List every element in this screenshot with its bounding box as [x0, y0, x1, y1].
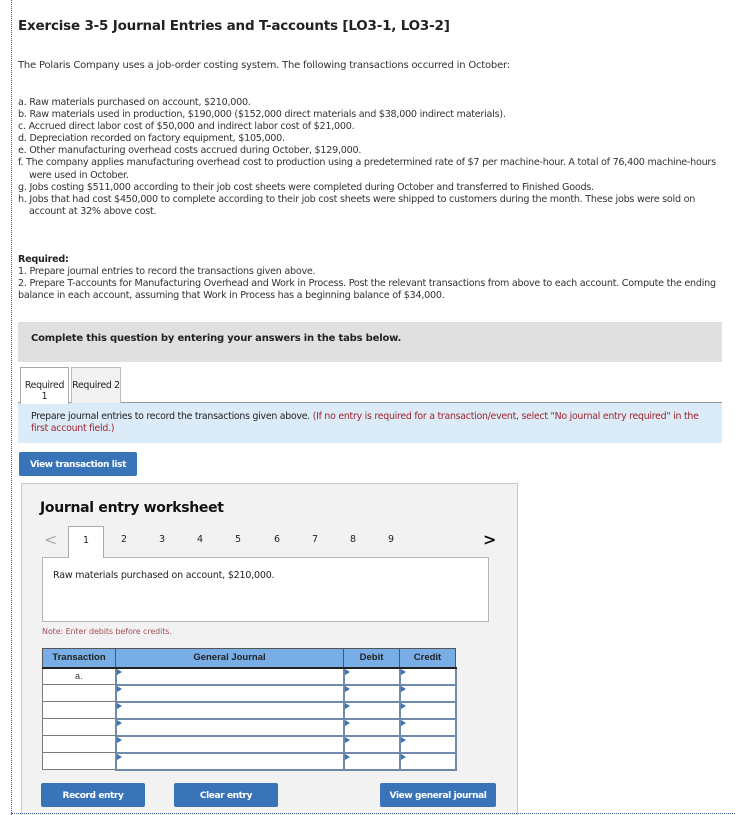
instruction-text: Prepare journal entries to record the tr… [31, 411, 310, 422]
page-tab-4[interactable]: 4 [182, 534, 218, 545]
required-item: 2. Prepare T-accounts for Manufacturing … [18, 278, 716, 302]
transaction-cell: a. [42, 667, 116, 685]
journal-row [42, 717, 457, 737]
cell-marker-icon [344, 719, 350, 726]
transaction-item: g. Jobs costing $511,000 according to th… [18, 181, 594, 193]
exercise-intro: The Polaris Company uses a job-order cos… [18, 60, 510, 71]
journal-row [42, 734, 457, 754]
entry-description: Raw materials purchased on account, $210… [42, 557, 489, 622]
cell-marker-icon [400, 702, 406, 709]
cell-marker-icon [116, 719, 122, 726]
credit-input[interactable] [398, 734, 457, 754]
required-item: 1. Prepare journal entries to record the… [18, 266, 316, 278]
journal-row [42, 700, 457, 720]
required-section: Required: 1. Prepare journal entries to … [18, 254, 728, 302]
account-select[interactable] [114, 734, 345, 754]
transaction-item: b. Raw materials used in production, $19… [18, 109, 506, 121]
account-select[interactable] [114, 700, 345, 720]
transaction-cell [42, 701, 116, 719]
cell-marker-icon [400, 719, 406, 726]
view-general-journal-button[interactable]: View general journal [380, 783, 496, 807]
debit-input[interactable] [342, 700, 401, 720]
cell-marker-icon [400, 736, 406, 743]
credit-input[interactable] [398, 717, 457, 737]
tab-required-1[interactable]: Required 1 [20, 367, 69, 404]
account-select[interactable] [114, 751, 345, 771]
journal-header-row: Transaction General Journal Debit Credit [42, 648, 456, 669]
worksheet-title: Journal entry worksheet [40, 500, 224, 516]
page-tab-3[interactable]: 3 [144, 534, 180, 545]
view-transaction-list-button[interactable]: View transaction list [19, 452, 137, 476]
cell-marker-icon [116, 685, 122, 692]
instruction-box: Prepare journal entries to record the tr… [18, 403, 722, 443]
clear-entry-button[interactable]: Clear entry [174, 783, 278, 807]
debits-note: Note: Enter debits before credits. [42, 627, 172, 636]
cell-marker-icon [344, 702, 350, 709]
page-tab-7[interactable]: 7 [297, 534, 333, 545]
cell-marker-icon [400, 685, 406, 692]
transaction-cell [42, 684, 116, 702]
cell-marker-icon [344, 685, 350, 692]
debit-input[interactable] [342, 751, 401, 771]
account-select[interactable] [114, 683, 345, 703]
required-heading: Required: [18, 254, 69, 265]
page-tab-6[interactable]: 6 [259, 534, 295, 545]
credit-input[interactable] [398, 666, 457, 686]
debit-input[interactable] [342, 683, 401, 703]
record-entry-button[interactable]: Record entry [41, 783, 145, 807]
journal-row: a. [42, 666, 457, 686]
page-tab-8[interactable]: 8 [335, 534, 371, 545]
page-tab-1[interactable]: 1 [68, 526, 104, 558]
debit-input[interactable] [342, 734, 401, 754]
page-tab-9[interactable]: 9 [373, 534, 409, 545]
journal-table: Transaction General Journal Debit Credit… [42, 648, 457, 771]
cell-marker-icon [116, 753, 122, 760]
transaction-cell [42, 718, 116, 736]
page-tab-5[interactable]: 5 [220, 534, 256, 545]
complete-banner: Complete this question by entering your … [18, 322, 722, 362]
transaction-item: f. The company applies manufacturing ove… [18, 157, 716, 181]
transaction-cell [42, 752, 116, 770]
chevron-left-icon[interactable]: < [44, 530, 57, 549]
transaction-item: e. Other manufacturing overhead costs ac… [18, 145, 362, 157]
transaction-item: a. Raw materials purchased on account, $… [18, 97, 251, 108]
worksheet-pager: < 1 2 3 4 5 6 7 8 9 > [22, 526, 519, 558]
account-select[interactable] [114, 666, 345, 686]
account-select[interactable] [114, 717, 345, 737]
exercise-title: Exercise 3-5 Journal Entries and T-accou… [18, 18, 450, 34]
journal-entry-worksheet: Journal entry worksheet < 1 2 3 4 5 6 7 … [21, 483, 518, 815]
credit-input[interactable] [398, 751, 457, 771]
transaction-item: h. Jobs that had cost $450,000 to comple… [18, 193, 696, 217]
credit-input[interactable] [398, 700, 457, 720]
col-header-credit: Credit [399, 648, 456, 669]
transaction-list: a. Raw materials purchased on account, $… [18, 97, 718, 218]
bottom-divider [11, 813, 735, 814]
cell-marker-icon [344, 736, 350, 743]
required-tabs: Required 1 Required 2 [18, 367, 722, 404]
credit-input[interactable] [398, 683, 457, 703]
cell-marker-icon [116, 736, 122, 743]
col-header-general-journal: General Journal [115, 648, 344, 669]
debit-input[interactable] [342, 717, 401, 737]
chevron-right-icon[interactable]: > [483, 530, 496, 549]
question-page: Exercise 3-5 Journal Entries and T-accou… [11, 0, 735, 815]
cell-marker-icon [400, 753, 406, 760]
cell-marker-icon [116, 668, 122, 675]
transaction-item: c. Accrued direct labor cost of $50,000 … [18, 121, 355, 133]
page-tab-2[interactable]: 2 [106, 534, 142, 545]
col-header-transaction: Transaction [42, 648, 116, 669]
tab-required-2[interactable]: Required 2 [71, 367, 121, 403]
journal-row [42, 683, 457, 703]
transaction-item: d. Depreciation recorded on factory equi… [18, 133, 285, 145]
cell-marker-icon [344, 668, 350, 675]
cell-marker-icon [116, 702, 122, 709]
cell-marker-icon [400, 668, 406, 675]
transaction-cell [42, 735, 116, 753]
cell-marker-icon [344, 753, 350, 760]
debit-input[interactable] [342, 666, 401, 686]
journal-row [42, 751, 457, 771]
col-header-debit: Debit [343, 648, 400, 669]
